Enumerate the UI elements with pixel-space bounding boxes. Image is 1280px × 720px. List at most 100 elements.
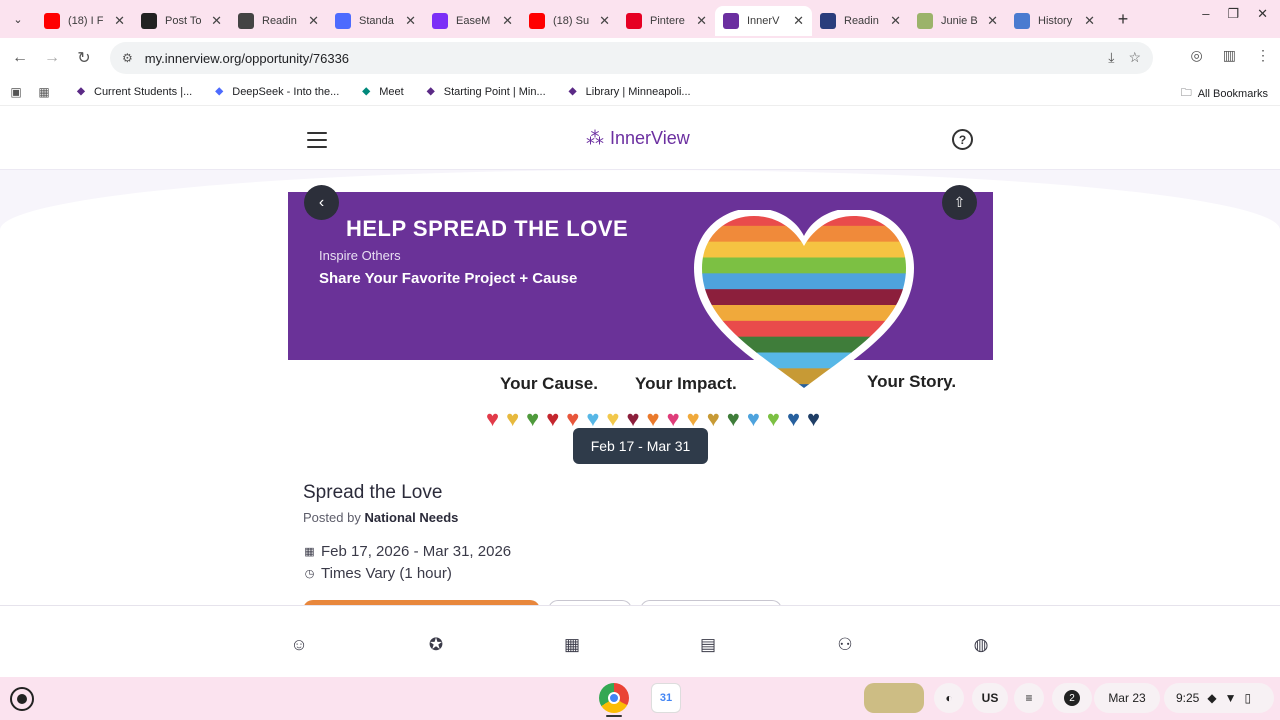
hamburger-menu-icon[interactable] [307,132,327,148]
minimize-icon[interactable]: – [1202,6,1209,22]
youtube-icon [44,13,60,29]
close-tab-icon[interactable]: ✕ [211,13,222,29]
small-heart-icon: ♥ [726,406,740,431]
reload-icon[interactable]: ↻ [68,42,100,74]
tab-strip: ⌄ (18) I F ✕ Post To ✕ Readin ✕ Standa ✕ EaseM ✕(… [0,0,1280,38]
all-bookmarks-button[interactable]: 🗀 All Bookmarks [1181,84,1268,103]
posted-by-org[interactable]: National Needs [364,510,458,525]
apps-grid-icon[interactable]: ▦ [34,82,54,102]
install-app-icon[interactable]: ⤓ [1108,49,1114,66]
browser-tab[interactable]: EaseM ✕ [424,6,521,36]
small-heart-icon: ♥ [766,406,780,431]
browser-tab[interactable]: Readin ✕ [230,6,327,36]
close-tab-icon[interactable]: ✕ [405,13,416,29]
launcher-button[interactable] [10,687,34,711]
menu-dots-icon[interactable]: ⋮ [1256,47,1270,64]
tab-groups-icon[interactable]: ▣ [6,82,26,102]
browser-tab[interactable]: Standa ✕ [327,6,424,36]
banner-subline: Inspire Others [319,248,401,263]
browser-tab[interactable]: (18) I F ✕ [36,6,133,36]
holding-space-thumbnail[interactable] [864,683,924,713]
heart-stripe [702,352,906,369]
bookmark-item[interactable]: ◆ Library | Minneapoli... [566,86,691,98]
site-info-icon[interactable]: ⚙ [122,51,133,65]
close-tab-icon[interactable]: ✕ [890,13,901,29]
tab-search-button[interactable]: ⌄ [6,7,30,31]
image-icon [917,13,933,29]
close-tab-icon[interactable]: ✕ [114,13,125,29]
close-tab-icon[interactable]: ✕ [696,13,707,29]
back-arrow-icon[interactable]: ← [4,42,36,74]
help-icon[interactable]: ? [952,129,973,150]
reading-mode-icon[interactable]: ▥ [1223,47,1236,64]
close-tab-icon[interactable]: ✕ [599,13,610,29]
browser-tab[interactable]: InnerV ✕ [715,6,812,36]
times-row: ◷ Times Vary (1 hour) [303,565,452,582]
url-text[interactable]: my.innerview.org/opportunity/76336 [145,51,349,66]
share-icon: ⇧ [953,194,966,210]
small-heart-icon: ♥ [626,406,640,431]
close-window-icon[interactable]: ✕ [1257,6,1268,22]
small-heart-icon: ♥ [566,406,580,431]
keyboard-layout[interactable]: US [972,683,1008,713]
banner-headline: HELP SPREAD THE LOVE [346,216,629,241]
browser-tab[interactable]: Pintere ✕ [618,6,715,36]
address-bar[interactable]: ⚙ my.innerview.org/opportunity/76336 ⤓ ☆ [110,42,1153,74]
tab-list: (18) I F ✕ Post To ✕ Readin ✕ Standa ✕ EaseM ✕ (18… [36,0,1103,38]
calendar-nav-icon[interactable]: ▦ [561,634,583,656]
browser-tab[interactable]: (18) Su ✕ [521,6,618,36]
award-icon[interactable]: ✪ [425,634,447,656]
close-tab-icon[interactable]: ✕ [793,13,804,29]
banner-tag-story: Your Story. [867,372,957,391]
close-tab-icon[interactable]: ✕ [308,13,319,29]
notification-area[interactable]: 2 [1052,683,1092,713]
small-heart-icon: ♥ [486,406,500,431]
calendar-icon: ▦ [304,546,315,558]
os-shelf: 31 ◐ US ≡ 2 Mar 23 9:25 ◆ ▼ ▯ [0,677,1280,720]
m-icon: ◆ [568,86,577,97]
browser-tab[interactable]: Junie B ✕ [909,6,1006,36]
clipboard-icon[interactable]: ▤ [697,634,719,656]
network-icon: ◆ [1207,691,1217,705]
history-icon [1014,13,1030,29]
profile-icon[interactable]: ☺ [288,634,310,656]
close-tab-icon[interactable]: ✕ [987,13,998,29]
threads-icon [141,13,157,29]
brand-logo[interactable]: ⁂ InnerView [586,128,690,149]
bottom-navigation: ☺ ✪ ▦ ▤ ⚇ ◍ [0,605,1280,677]
globe-icon[interactable]: ◍ [970,634,992,656]
browser-tab[interactable]: Post To ✕ [133,6,230,36]
browser-tab[interactable]: History ✕ [1006,6,1103,36]
status-tray[interactable]: 9:25 ◆ ▼ ▯ [1164,683,1274,713]
bookmark-item[interactable]: ◆ DeepSeek - Into the... [212,86,339,98]
calendar-app-icon[interactable]: 31 [651,683,681,713]
new-tab-button[interactable]: + [1109,5,1137,33]
lens-icon[interactable]: ◎ [1191,47,1203,64]
community-icon[interactable]: ⚇ [834,634,856,656]
bookmark-item[interactable]: ◆ Meet [359,86,403,98]
close-tab-icon[interactable]: ✕ [1084,13,1095,29]
bookmark-label: Library | Minneapoli... [585,85,691,98]
bookmark-item[interactable]: ◆ Current Students |... [74,86,192,98]
forward-arrow-icon[interactable]: → [36,42,68,74]
posted-by: Posted by National Needs [303,510,458,525]
playlist-icon[interactable]: ≡ [1014,683,1044,713]
small-heart-icon: ♥ [526,406,540,431]
small-heart-icon: ♥ [686,406,700,431]
back-button[interactable]: ‹ [304,185,339,220]
date-tray[interactable]: Mar 23 [1094,683,1160,713]
share-button[interactable]: ⇧ [942,185,977,220]
bookmark-label: Starting Point | Min... [443,85,546,98]
close-tab-icon[interactable]: ✕ [502,13,513,29]
small-heart-icon: ♥ [666,406,680,431]
tab-title: EaseM [456,15,491,27]
media-controls-icon[interactable]: ◐ [934,683,964,713]
restore-icon[interactable]: ❐ [1227,6,1239,22]
bookmark-item[interactable]: ◆ Starting Point | Min... [424,86,546,98]
tab-title: Post To [165,15,202,27]
bookmark-star-icon[interactable]: ☆ [1128,49,1141,66]
small-heart-icon: ♥ [746,406,760,431]
web-content: ⁂ InnerView ? HELP SPREAD THE LOVE Inspi… [0,110,1280,605]
browser-tab[interactable]: Readin ✕ [812,6,909,36]
chrome-app-icon[interactable] [599,683,629,713]
